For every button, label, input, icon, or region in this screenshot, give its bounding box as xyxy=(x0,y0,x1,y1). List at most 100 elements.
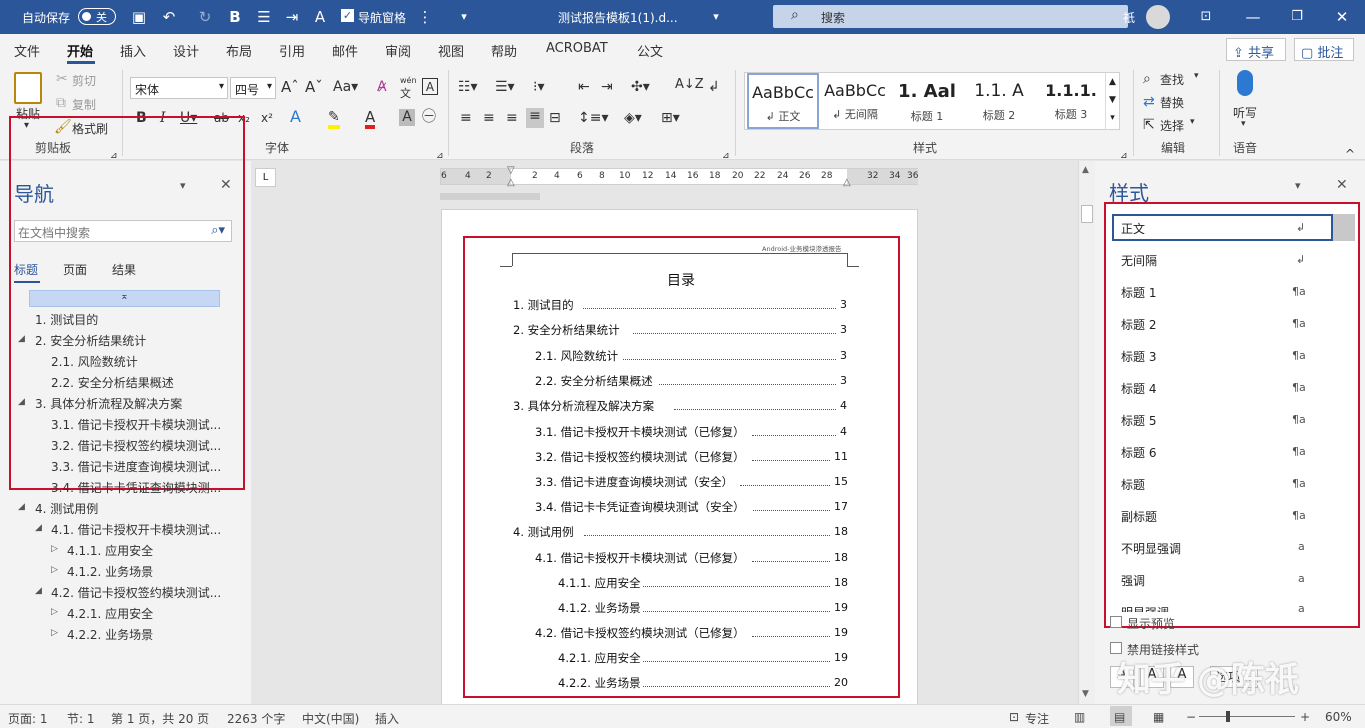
zoom-out-icon[interactable]: − xyxy=(1186,710,1196,724)
right-indent-marker[interactable]: △ xyxy=(843,177,851,188)
share-button[interactable]: ⇪ 共享 xyxy=(1226,38,1286,61)
collapsed-triangle-icon[interactable]: ▷ xyxy=(51,565,58,575)
collapsed-triangle-icon[interactable]: ▷ xyxy=(51,544,58,554)
redo-icon[interactable]: ↻ xyxy=(196,8,214,26)
show-marks-icon[interactable]: ↲ xyxy=(708,79,720,95)
shading-icon[interactable]: ◈▾ xyxy=(624,110,642,126)
line-spacing-icon[interactable]: ↕≡▾ xyxy=(578,110,609,126)
justify-icon[interactable]: ≡ xyxy=(526,108,544,128)
align-right-icon[interactable]: ≡ xyxy=(506,110,518,126)
align-center-icon[interactable]: ≡ xyxy=(483,110,495,126)
character-shading-icon[interactable]: A xyxy=(399,109,415,126)
style-item[interactable]: 标题 1 xyxy=(1121,284,1156,301)
decrease-indent-icon[interactable]: ⇤ xyxy=(578,79,590,95)
chinese-layout-icon[interactable]: ✣▾ xyxy=(631,79,650,95)
tab-view[interactable]: 视图 xyxy=(438,41,464,60)
tab-references[interactable]: 引用 xyxy=(279,41,305,60)
expanded-triangle-icon[interactable]: ◢ xyxy=(18,397,25,407)
nav-heading-item[interactable]: 4. 测试用例 xyxy=(35,500,98,517)
dictate-dropdown-icon[interactable]: ▾ xyxy=(1241,119,1246,129)
close-icon[interactable]: ✕ xyxy=(1333,8,1351,26)
gallery-style-no-spacing[interactable]: AaBbCc ↲ 无间隔 xyxy=(819,73,891,129)
tab-layout[interactable]: 布局 xyxy=(226,41,252,60)
tab-review[interactable]: 审阅 xyxy=(385,41,411,60)
font-color-icon[interactable]: A xyxy=(365,109,376,129)
select-dropdown-icon[interactable]: ▾ xyxy=(1190,117,1195,127)
expanded-triangle-icon[interactable]: ◢ xyxy=(18,502,25,512)
expanded-triangle-icon[interactable]: ◢ xyxy=(35,523,42,533)
styles-close-icon[interactable]: ✕ xyxy=(1336,177,1348,193)
indent-quick-icon[interactable]: ⇥ xyxy=(283,8,301,26)
text-effect-quick-icon[interactable]: A xyxy=(311,8,329,26)
status-page[interactable]: 页面: 1 xyxy=(8,710,48,727)
nav-heading-item[interactable]: 4.1.2. 业务场景 xyxy=(67,563,153,580)
highlight-icon[interactable]: ✎ xyxy=(328,109,340,129)
nav-heading-item[interactable]: 3.1. 借记卡授权开卡模块测试... xyxy=(51,416,221,433)
status-word-count[interactable]: 2263 个字 xyxy=(227,710,285,727)
nav-heading-item[interactable]: 2.2. 安全分析结果概述 xyxy=(51,374,174,391)
scroll-up-icon[interactable]: ▲ xyxy=(1082,165,1089,175)
style-item[interactable]: 标题 5 xyxy=(1121,412,1156,429)
microphone-icon[interactable] xyxy=(1237,70,1253,96)
nav-heading-item[interactable]: 1. 测试目的 xyxy=(35,311,98,328)
text-effects-icon[interactable]: A xyxy=(290,109,301,125)
web-layout-icon[interactable]: ▦ xyxy=(1153,710,1164,724)
minimize-icon[interactable]: — xyxy=(1244,8,1262,26)
nav-heading-item[interactable]: 4.1.1. 应用安全 xyxy=(67,542,153,559)
align-quick-icon[interactable]: ☰ xyxy=(255,8,273,26)
gallery-style-normal[interactable]: AaBbCc ↲ 正文 xyxy=(747,73,819,129)
bold-quick-icon[interactable]: B xyxy=(226,8,244,26)
collapsed-triangle-icon[interactable]: ▷ xyxy=(51,607,58,617)
copy-label[interactable]: 复制 xyxy=(72,96,96,113)
style-item[interactable]: 强调 xyxy=(1121,572,1145,589)
bullets-icon[interactable]: ☷▾ xyxy=(458,79,478,95)
horizontal-ruler[interactable]: 6 4 2 2 4 6 8 10 12 14 16 18 20 22 24 26… xyxy=(440,165,918,188)
restore-icon[interactable]: ❐ xyxy=(1288,8,1306,26)
gallery-scroll[interactable]: ▲ ▼ ▾ xyxy=(1105,73,1119,129)
gallery-style-heading1[interactable]: 1. Aal 标题 1 xyxy=(891,73,963,129)
customize-qat-icon[interactable]: ▾ xyxy=(455,8,473,26)
status-language[interactable]: 中文(中国) xyxy=(302,710,359,727)
style-item[interactable]: 不明显强调 xyxy=(1121,540,1181,557)
tab-design[interactable]: 设计 xyxy=(173,41,199,60)
undo-icon[interactable]: ↶ xyxy=(160,8,178,26)
tab-home[interactable]: 开始 xyxy=(67,41,93,60)
style-item[interactable]: 无间隔 xyxy=(1121,252,1157,269)
comment-button[interactable]: ▢ 批注 xyxy=(1294,38,1354,61)
style-item[interactable]: 标题 xyxy=(1121,476,1145,493)
paste-icon[interactable] xyxy=(14,72,42,104)
character-border-icon[interactable]: A xyxy=(422,78,438,95)
enclose-characters-icon[interactable]: ㊀ xyxy=(422,109,436,125)
style-item[interactable]: 标题 4 xyxy=(1121,380,1156,397)
align-left-icon[interactable]: ≡ xyxy=(460,110,472,126)
find-button[interactable]: 查找 xyxy=(1160,71,1184,88)
search-box[interactable]: ⌕ 搜索 xyxy=(773,5,1128,28)
change-case-icon[interactable]: Aa▾ xyxy=(333,79,358,95)
nav-heading-item[interactable]: 2. 安全分析结果统计 xyxy=(35,332,146,349)
read-mode-icon[interactable]: ▥ xyxy=(1074,710,1085,724)
title-dropdown-icon[interactable]: ▾ xyxy=(707,8,725,26)
list-quick-icon[interactable]: ⋮ xyxy=(416,8,434,26)
select-button[interactable]: 选择 xyxy=(1160,117,1184,134)
print-layout-icon[interactable]: ▤ xyxy=(1114,710,1125,724)
font-name-combo[interactable]: 宋体 ▾ xyxy=(130,77,228,99)
multilevel-list-icon[interactable]: ⁝▾ xyxy=(533,79,544,95)
show-preview-checkbox[interactable] xyxy=(1110,616,1122,628)
gallery-style-heading2[interactable]: 1.1. A 标题 2 xyxy=(963,73,1035,129)
tab-mailings[interactable]: 邮件 xyxy=(332,41,358,60)
status-page-of[interactable]: 第 1 页，共 20 页 xyxy=(111,710,209,727)
style-item[interactable]: 正文 xyxy=(1121,220,1145,237)
distributed-icon[interactable]: ⊟ xyxy=(549,110,561,126)
zoom-slider-track[interactable] xyxy=(1199,716,1295,717)
nav-heading-item[interactable]: 2.1. 风险数统计 xyxy=(51,353,138,370)
nav-heading-item[interactable]: 3.2. 借记卡授权签约模块测试... xyxy=(51,437,221,454)
nav-heading-item[interactable]: 4.2. 借记卡授权签约模块测试... xyxy=(51,584,221,601)
numbering-icon[interactable]: ☰▾ xyxy=(495,79,515,95)
status-mode[interactable]: 插入 xyxy=(375,710,399,727)
style-item[interactable]: 明显强调 xyxy=(1121,604,1169,612)
pinyin-guide-icon[interactable]: 文 xyxy=(400,86,411,102)
tab-file[interactable]: 文件 xyxy=(14,41,40,60)
autosave-toggle[interactable]: 关 xyxy=(78,8,116,25)
tab-help[interactable]: 帮助 xyxy=(491,41,517,60)
avatar[interactable] xyxy=(1146,5,1170,29)
